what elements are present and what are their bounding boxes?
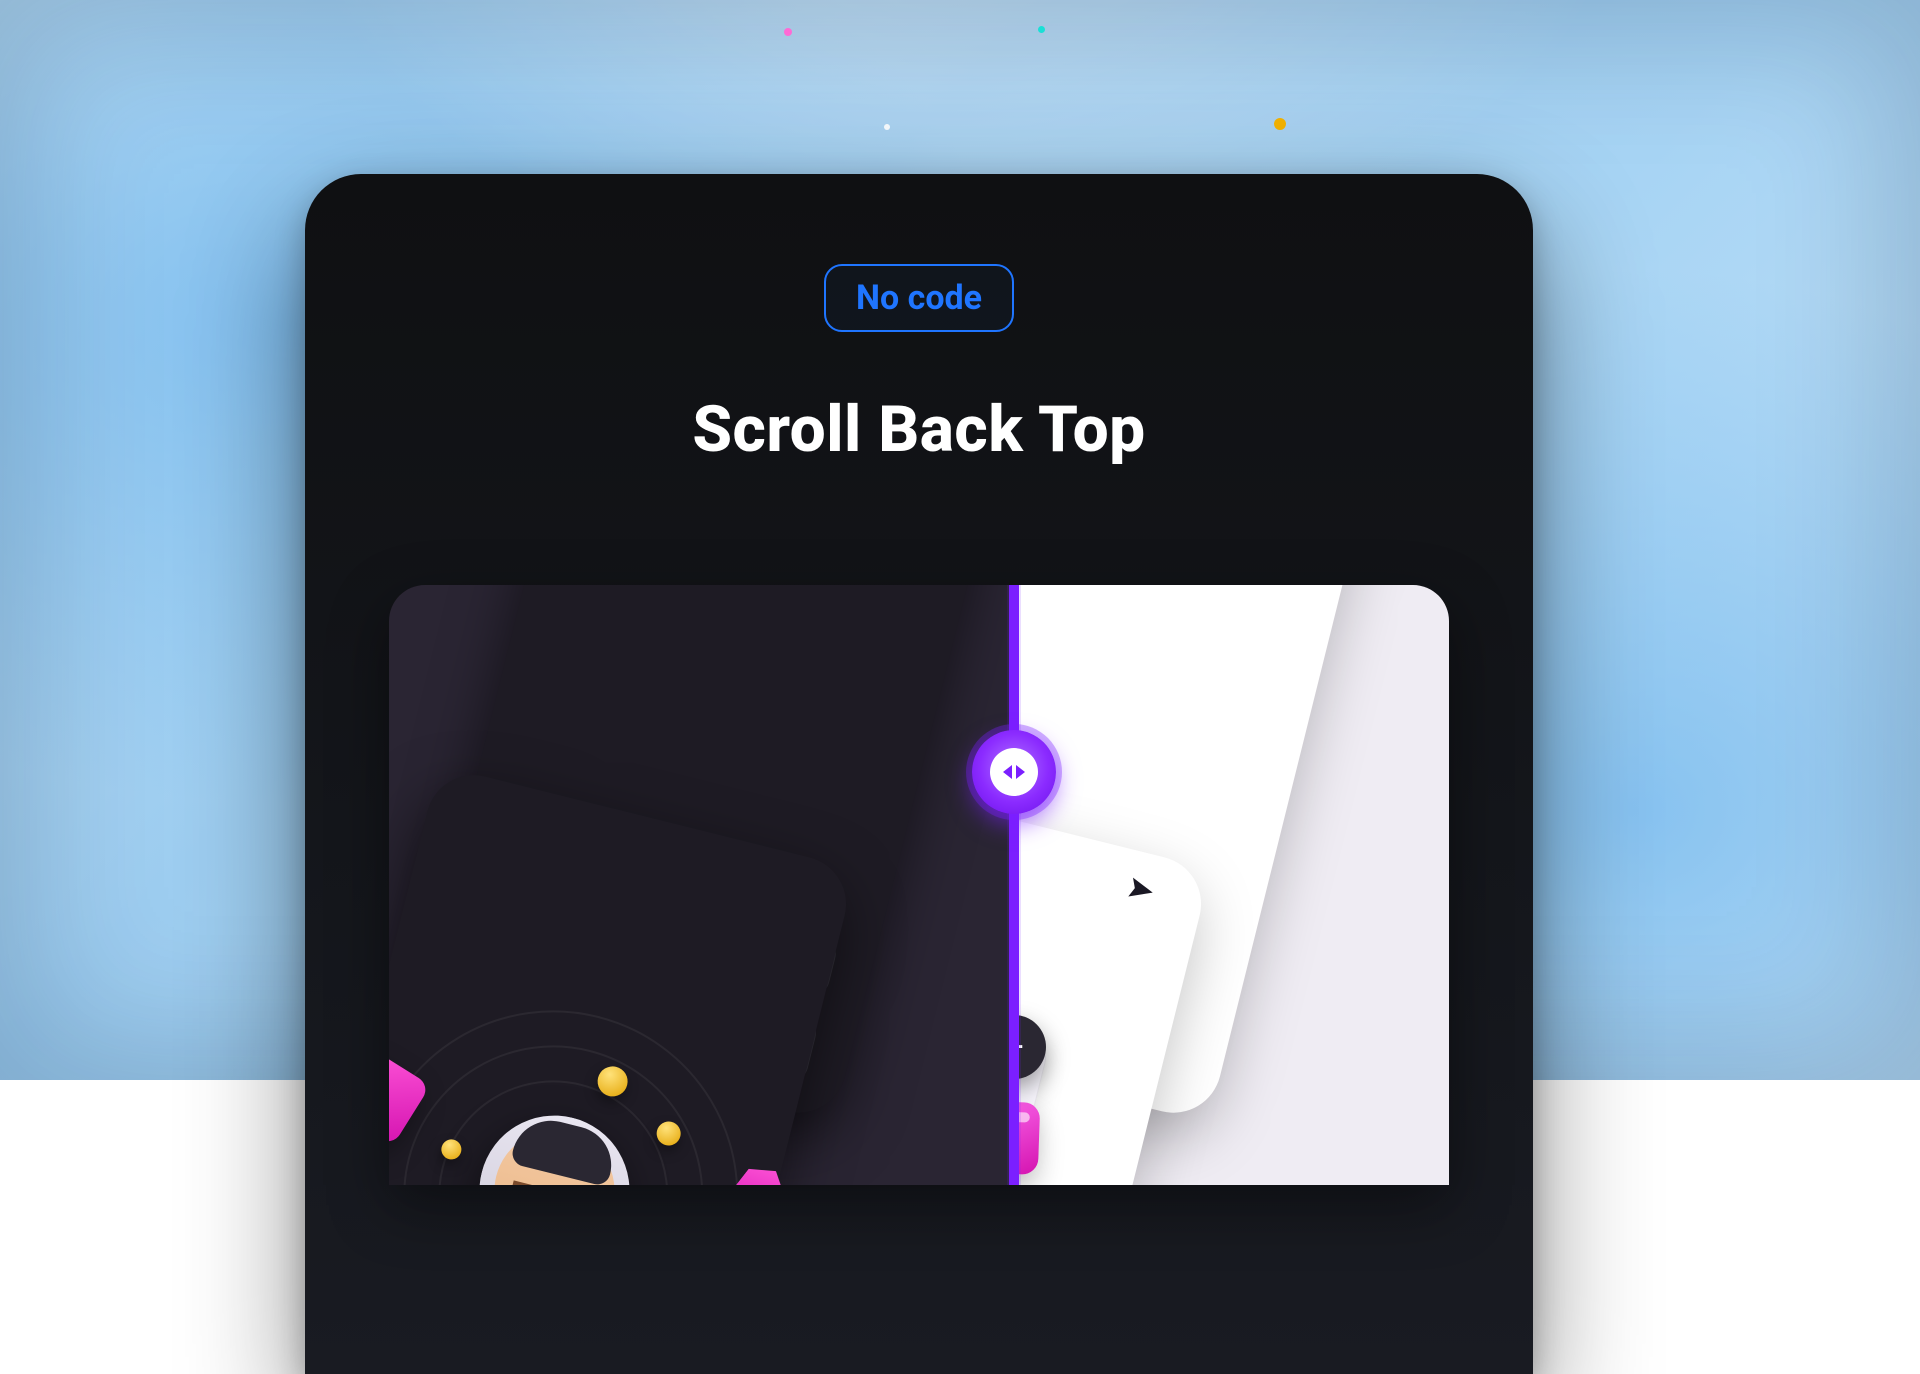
compare-divider[interactable] [1009, 585, 1019, 1185]
preview-light-pane: 8 9 0 Hej John! Welcome back, your accou… [1014, 585, 1449, 1185]
greeting-title: Hej John! [1014, 867, 1130, 980]
dot-cyan [1038, 26, 1045, 33]
compare-preview: Deactivate card [389, 585, 1449, 1185]
dot-pink [784, 28, 792, 36]
handle-arrows-icon [990, 748, 1038, 796]
preview-dark-pane: Deactivate card [389, 585, 1014, 1185]
greeting-block: Hej John! Welcome back, your account's d… [1014, 867, 1130, 1029]
send-icon[interactable] [1125, 874, 1157, 906]
dot-yellow [1274, 118, 1286, 130]
main-card: No code Scroll Back Top Deactivate card [305, 174, 1533, 1374]
dot-white [884, 124, 890, 130]
page-title: Scroll Back Top [692, 392, 1145, 467]
no-code-badge: No code [824, 264, 1014, 332]
compare-handle[interactable] [972, 730, 1056, 814]
